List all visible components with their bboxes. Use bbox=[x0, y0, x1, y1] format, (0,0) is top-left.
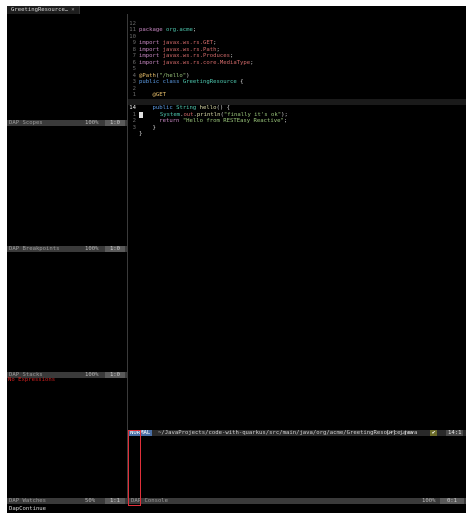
panel-name: DAP Watches bbox=[9, 498, 47, 504]
buffer-tab[interactable]: GreetingResource… × bbox=[7, 6, 80, 14]
panel-position: 1:0 bbox=[105, 120, 125, 126]
dap-scopes-statusline[interactable]: DAP Scopes 100% 1:0 bbox=[7, 120, 127, 126]
buffer-tab-label: GreetingResource… bbox=[11, 7, 69, 13]
code-editor[interactable]: 12 package org.acme; 11 10 import javax.… bbox=[128, 14, 466, 432]
panel-position: 1:1 bbox=[105, 498, 125, 504]
dap-watches-statusline[interactable]: DAP Watches 50% 1:1 bbox=[7, 498, 127, 504]
line-number: 3 bbox=[132, 124, 136, 131]
panel-name: DAP Scopes bbox=[9, 120, 43, 126]
dap-sidebar bbox=[7, 14, 127, 504]
code-text: } bbox=[139, 131, 143, 137]
panel-percent: 100% bbox=[422, 498, 436, 504]
command-line[interactable]: DapContinue bbox=[7, 505, 466, 513]
tabline: GreetingResource… × bbox=[7, 6, 466, 14]
panel-name: DAP Breakpoints bbox=[9, 246, 60, 252]
code-line[interactable]: 3 } bbox=[128, 118, 466, 138]
panel-percent: 100% bbox=[85, 120, 99, 126]
panel-position: 1:0 bbox=[105, 372, 125, 378]
dap-breakpoints-statusline[interactable]: DAP Breakpoints 100% 1:0 bbox=[7, 246, 127, 252]
dap-console-statusline[interactable]: DAP Console 100% 0:1 bbox=[128, 498, 466, 504]
panel-percent: 100% bbox=[85, 246, 99, 252]
highlight-annotation-box bbox=[128, 430, 141, 506]
nvim-window: GreetingResource… × DAP Scopes 100% 1:0 D… bbox=[7, 6, 466, 513]
no-expressions-text: No Expressions bbox=[8, 377, 56, 383]
panel-percent: 50% bbox=[85, 498, 96, 504]
dap-console[interactable] bbox=[128, 436, 466, 498]
panel-position: 1:0 bbox=[105, 246, 125, 252]
close-icon[interactable]: × bbox=[71, 7, 74, 13]
panel-percent: 100% bbox=[85, 372, 99, 378]
panel-position: 0:1 bbox=[440, 498, 464, 504]
